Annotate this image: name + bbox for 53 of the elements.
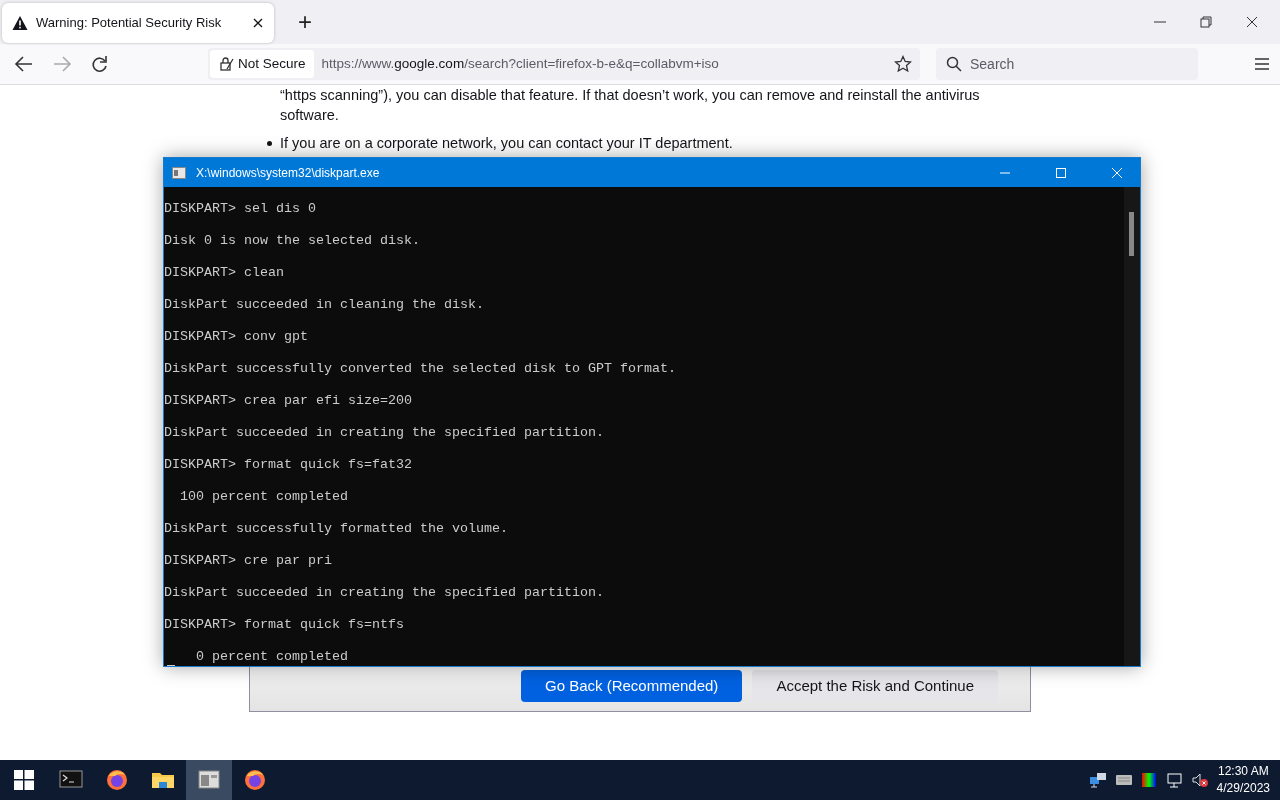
tab-title: Warning: Potential Security Risk [36, 14, 223, 33]
search-placeholder: Search [970, 54, 1015, 74]
console-line: Disk 0 is now the selected disk. [164, 233, 420, 249]
paragraph: “https scanning”), you can disable that feature. If that doesn’t work, you can remove and reinstall the antivirus software. [280, 86, 981, 125]
console-line: DISKPART> format quick fs=ntfs [164, 617, 404, 633]
keyboard-icon[interactable] [1114, 774, 1133, 786]
menu-icon[interactable] [1252, 56, 1272, 72]
clock-time[interactable]: 12:30 AM [1216, 763, 1270, 780]
console-line: 0 percent completed [195, 649, 348, 665]
maximize-icon [1055, 166, 1067, 179]
console-line: DISKPART> conv gpt [164, 329, 308, 345]
console-line: 100 percent completed [179, 489, 348, 505]
warning-icon [12, 15, 28, 31]
address-bar[interactable]: Not Secure https://www.google.com/search?client=firefox-b-e&q=collabvm+iso [208, 48, 920, 80]
windows-logo-icon [14, 770, 34, 790]
accept-risk-button[interactable]: Accept the Risk and Continue [752, 670, 998, 702]
firefox-icon [105, 768, 129, 792]
clock-date[interactable]: 4/29/2023 [1216, 780, 1270, 797]
monitor-icon[interactable] [1164, 772, 1183, 788]
security-label: Not Secure [238, 54, 306, 73]
paragraph: If you are on a corporate network, you can contact your IT department. [280, 134, 734, 153]
scrollbar-thumb[interactable] [1129, 212, 1134, 256]
close-icon[interactable] [252, 17, 264, 29]
console-line: DISKPART> sel dis 0 [164, 201, 316, 217]
console-line: DISKPART> clean [164, 265, 284, 281]
bullet-dot [267, 141, 272, 146]
firefox-icon [243, 768, 267, 792]
window-icon [197, 768, 221, 792]
console-line: DiskPart succeeded in cleaning the disk. [164, 297, 484, 313]
security-indicator[interactable]: Not Secure [210, 50, 314, 78]
browser-tab[interactable]: Warning: Potential Security Risk [2, 3, 274, 43]
console-line: DISKPART> format quick fs=fat32 [164, 457, 412, 473]
console-line: DiskPart succeeded in creating the specified partition. [164, 585, 604, 601]
console-line: DiskPart succeeded in creating the specified partition. [164, 425, 604, 441]
close-icon [1111, 166, 1123, 179]
console-line: DiskPart successfully converted the selected disk to GPT format. [164, 361, 676, 377]
taskbar-app-button[interactable] [186, 760, 232, 800]
star-icon[interactable] [894, 55, 912, 73]
color-palette-icon[interactable] [1140, 772, 1157, 788]
url-text: https://www.google.com/search?client=firefox-b-e&q=collabvm+iso [321, 54, 720, 73]
console-app-icon [172, 166, 186, 179]
network-icon[interactable] [1088, 772, 1107, 788]
search-icon [946, 56, 962, 72]
scrollbar[interactable] [1124, 187, 1140, 666]
console-line: DiskPart successfully formatted the volume. [164, 521, 508, 537]
speaker-muted-icon[interactable] [1190, 772, 1209, 788]
search-field[interactable]: Search [936, 48, 1198, 80]
lock-icon [218, 56, 234, 72]
console-line: DISKPART> crea par efi size=200 [164, 393, 412, 409]
new-tab-button[interactable]: + [290, 6, 320, 38]
console-title: X:\windows\system32\diskpart.exe [196, 164, 381, 182]
go-back-button[interactable]: Go Back (Recommended) [520, 670, 743, 702]
console-line: DISKPART> cre par pri [164, 553, 332, 569]
